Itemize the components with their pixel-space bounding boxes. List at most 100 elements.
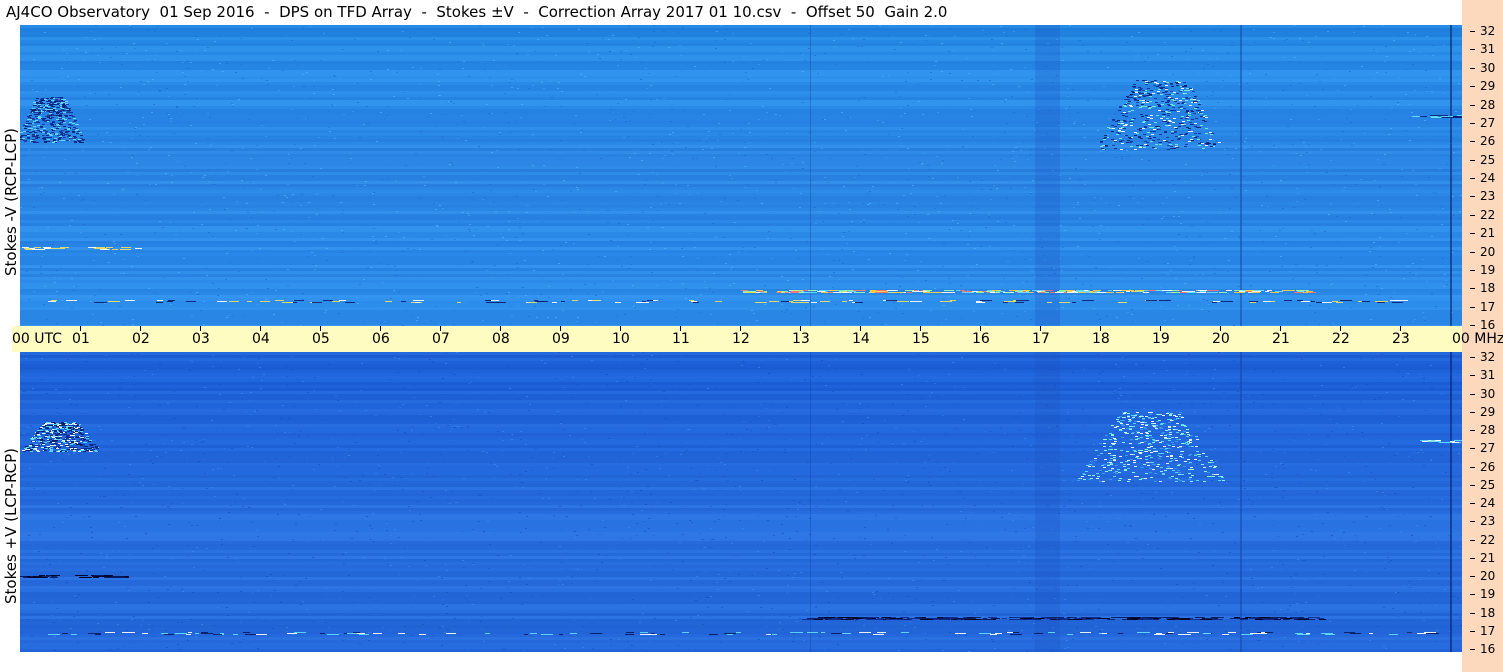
spectrogram-texture xyxy=(439,205,441,206)
spectrogram-texture xyxy=(373,240,375,241)
spectrogram-texture xyxy=(1139,130,1142,131)
spectrogram-texture xyxy=(744,142,746,143)
spectrogram-texture xyxy=(997,138,999,139)
spectrogram-texture xyxy=(512,252,514,253)
spectrogram-texture xyxy=(457,239,459,240)
spectrogram-texture xyxy=(824,53,826,54)
spectrogram-texture xyxy=(74,120,77,121)
spectrogram-texture xyxy=(1107,289,1109,290)
spectrogram-texture xyxy=(1335,278,1337,279)
spectrogram-texture xyxy=(59,182,61,183)
spectrogram-texture xyxy=(598,256,600,257)
spectrogram-texture xyxy=(863,222,865,223)
spectrogram-texture xyxy=(1076,541,1078,542)
spectrogram-texture xyxy=(1083,124,1085,125)
spectrogram-texture xyxy=(830,48,832,49)
spectrogram-texture xyxy=(625,101,627,102)
spectrogram-texture xyxy=(420,128,422,129)
spectrogram-texture xyxy=(1183,82,1186,83)
spectrogram-texture xyxy=(292,485,294,486)
spectrogram-texture xyxy=(857,311,859,312)
spectrogram-texture xyxy=(518,32,520,33)
spectrogram-texture xyxy=(627,228,629,229)
spectrogram-texture xyxy=(987,293,989,294)
spectrogram-texture xyxy=(907,72,909,73)
spectrogram-texture xyxy=(1296,201,1298,202)
spectrogram-texture xyxy=(526,516,528,517)
spectrogram-texture xyxy=(1164,643,1166,644)
spectrogram-texture xyxy=(1198,104,1201,105)
spectrogram-texture xyxy=(1434,641,1436,642)
spectrogram-texture xyxy=(54,141,57,142)
chart-title: AJ4CO Observatory 01 Sep 2016 - DPS on T… xyxy=(6,3,948,21)
spectrogram-texture xyxy=(667,552,669,553)
spectrogram-texture xyxy=(1455,241,1457,242)
spectrogram-texture xyxy=(1173,100,1176,101)
spectrogram-texture xyxy=(59,118,62,119)
spectrogram-texture xyxy=(834,46,836,47)
spectrogram-texture xyxy=(1177,111,1180,112)
spectrogram-texture xyxy=(1151,134,1154,135)
spectrogram-texture xyxy=(1200,103,1202,104)
spectrogram-texture xyxy=(442,378,444,379)
spectrogram-texture xyxy=(1144,95,1147,96)
spectrogram-texture xyxy=(52,244,54,245)
spectrogram-texture xyxy=(20,115,1462,118)
spectrogram-texture xyxy=(396,211,398,212)
spectrogram-texture xyxy=(190,62,192,63)
spectrogram-texture xyxy=(173,98,175,99)
spectrogram-texture xyxy=(856,166,858,167)
spectrogram-texture xyxy=(159,363,161,364)
spectrogram-texture xyxy=(771,405,773,406)
spectrogram-texture xyxy=(1127,312,1129,313)
spectrogram-texture xyxy=(1306,291,1313,292)
spectrogram-texture xyxy=(403,92,405,93)
spectrogram-texture xyxy=(167,301,173,302)
spectrogram-texture xyxy=(1415,124,1417,125)
spectrogram-texture xyxy=(189,292,191,293)
spectrogram-texture xyxy=(20,277,1462,280)
spectrogram-texture xyxy=(112,249,118,250)
spectrogram-texture xyxy=(634,153,636,154)
spectrogram-texture xyxy=(136,70,138,71)
spectrogram-texture xyxy=(1211,133,1214,134)
spectrogram-texture xyxy=(438,81,440,82)
spectrogram-texture xyxy=(33,121,36,122)
spectrogram-texture xyxy=(782,533,784,534)
spectrogram-texture xyxy=(685,147,687,148)
spectrogram-texture xyxy=(716,237,718,238)
spectrogram-texture xyxy=(645,140,647,141)
spectrogram-texture xyxy=(232,104,234,105)
spectrogram-texture xyxy=(20,172,1462,175)
spectrogram-texture xyxy=(120,87,122,88)
spectrogram-texture xyxy=(1441,224,1443,225)
spectrogram-texture xyxy=(68,216,70,217)
spectrogram-texture xyxy=(1157,127,1160,128)
spectrogram-texture xyxy=(1168,28,1170,29)
spectrogram-texture xyxy=(841,577,843,578)
spectrogram-texture xyxy=(755,302,767,303)
spectrogram-texture xyxy=(1131,36,1133,37)
spectrogram-texture xyxy=(268,248,270,249)
spectrogram-texture xyxy=(487,226,489,227)
spectrogram-texture xyxy=(59,114,62,115)
spectrogram-texture xyxy=(547,317,549,318)
spectrogram-texture xyxy=(1394,455,1396,456)
spectrogram-texture xyxy=(324,312,326,313)
spectrogram-texture xyxy=(54,101,57,102)
spectrogram-texture xyxy=(751,310,753,311)
spectrogram-texture xyxy=(1128,101,1131,102)
spectrogram-texture xyxy=(47,139,50,140)
spectrogram-texture xyxy=(57,101,60,102)
spectrogram-texture xyxy=(1176,85,1179,86)
spectrogram-texture xyxy=(554,414,556,415)
spectrogram-texture xyxy=(1139,462,1141,463)
spectrogram-texture xyxy=(790,292,799,293)
spectrogram-texture xyxy=(64,129,67,130)
spectrogram-texture xyxy=(333,75,335,76)
spectrogram-texture xyxy=(1067,174,1069,175)
spectrogram-texture xyxy=(1265,97,1267,98)
spectrogram-texture xyxy=(1281,296,1283,297)
spectrogram-texture xyxy=(1129,50,1131,51)
spectrogram-texture xyxy=(970,601,972,602)
